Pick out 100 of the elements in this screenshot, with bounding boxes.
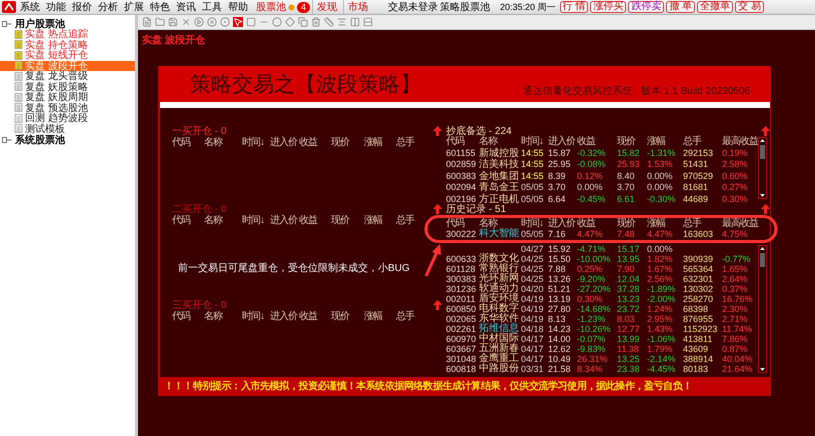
- column-header[interactable]: 名称: [479, 136, 521, 148]
- trade-button[interactable]: 交 易: [735, 1, 764, 13]
- column-header[interactable]: 名称: [204, 310, 242, 323]
- column-header[interactable]: 时间↓: [242, 136, 270, 149]
- column-header[interactable]: 收益: [299, 136, 331, 149]
- column-header[interactable]: 进入价: [270, 310, 299, 323]
- column-header[interactable]: 总手: [396, 214, 418, 227]
- column-header[interactable]: 涨幅: [647, 136, 683, 148]
- up-arrow-icon[interactable]: [433, 126, 442, 136]
- stock-name[interactable]: 五洲新春: [479, 344, 521, 354]
- column-header[interactable]: 涨幅: [647, 219, 683, 229]
- up-arrow-icon[interactable]: [761, 204, 770, 214]
- column-header[interactable]: 收益: [577, 219, 617, 229]
- column-header[interactable]: 现价: [331, 310, 364, 323]
- scrollbar[interactable]: [758, 245, 767, 373]
- column-header[interactable]: 现价: [617, 136, 647, 148]
- column-header[interactable]: 名称: [479, 219, 521, 229]
- stock-name[interactable]: 东华软件: [479, 314, 521, 324]
- trade-button[interactable]: 行 情: [560, 1, 588, 13]
- scrollbar[interactable]: [758, 137, 767, 199]
- column-header[interactable]: 进入价: [270, 214, 299, 227]
- menu-item[interactable]: 扩展: [122, 0, 146, 14]
- pause-icon[interactable]: [207, 17, 217, 27]
- tree-item[interactable]: 实盘 短线开仓: [0, 50, 135, 60]
- stock-name[interactable]: 洁美科技: [479, 159, 521, 171]
- square-icon[interactable]: [246, 17, 256, 27]
- menu-item[interactable]: 分析: [96, 0, 120, 14]
- stock-name[interactable]: 中材国际: [479, 334, 521, 344]
- menu-item[interactable]: 系统: [18, 0, 42, 14]
- column-header[interactable]: 最高收益: [722, 136, 758, 148]
- play-icon[interactable]: [194, 17, 204, 27]
- cursor-icon[interactable]: [233, 17, 243, 27]
- tree-item[interactable]: 实盘 持仓策略: [0, 40, 135, 50]
- tree-item[interactable]: 复盘 龙头晋级: [0, 71, 135, 82]
- trade-button[interactable]: 涨停买: [590, 1, 626, 13]
- document-icon[interactable]: [142, 17, 152, 27]
- column-header[interactable]: 涨幅: [364, 136, 396, 149]
- menu-item[interactable]: 资讯: [174, 0, 198, 14]
- up-arrow-icon[interactable]: [433, 300, 442, 310]
- trade-button[interactable]: 跌停卖: [628, 1, 664, 13]
- stock-name[interactable]: 中路股份: [479, 364, 521, 374]
- stock-name[interactable]: 浙数文化: [479, 254, 521, 264]
- stock-name[interactable]: 金地集团: [479, 170, 521, 182]
- stock-name[interactable]: 电科数字: [479, 304, 521, 314]
- stock-pool-menu[interactable]: 股票池: [256, 0, 286, 14]
- column-header[interactable]: 收益: [299, 310, 331, 323]
- tree-connector-icon[interactable]: [2, 136, 12, 142]
- menu-item[interactable]: 报价: [70, 0, 94, 14]
- column-header[interactable]: 名称: [204, 136, 242, 149]
- tree-item[interactable]: 回测 趋势波段: [0, 113, 135, 124]
- column-header[interactable]: 代码: [172, 310, 204, 323]
- stock-name[interactable]: 金鹰重工: [479, 354, 521, 364]
- stop-icon[interactable]: [220, 17, 230, 27]
- tree-item[interactable]: 复盘 预选股池: [0, 102, 135, 113]
- column-header[interactable]: 总手: [396, 310, 418, 323]
- column-header[interactable]: 现价: [331, 136, 364, 149]
- column-header[interactable]: 收益: [299, 214, 331, 227]
- column-header[interactable]: 现价: [331, 214, 364, 227]
- menu-item[interactable]: 帮助: [226, 0, 250, 14]
- tree-item[interactable]: 实盘 热点追踪: [0, 29, 135, 40]
- column-header[interactable]: 时间↓: [521, 136, 548, 148]
- column-header[interactable]: 涨幅: [364, 214, 396, 227]
- save-icon[interactable]: [168, 17, 178, 27]
- stock-name[interactable]: 光环新网: [479, 274, 521, 284]
- column-header[interactable]: 总手: [683, 136, 722, 148]
- stock-name[interactable]: 常熟银行: [479, 264, 521, 274]
- rows-icon[interactable]: [363, 17, 373, 27]
- stock-name[interactable]: 软通动力: [479, 284, 521, 294]
- column-header[interactable]: 代码: [172, 214, 204, 227]
- diamond-icon[interactable]: [285, 17, 295, 27]
- trade-button[interactable]: 全撤单: [697, 1, 734, 13]
- trade-button[interactable]: 撤 单: [666, 1, 696, 13]
- column-header[interactable]: 名称: [204, 214, 242, 227]
- folder-icon[interactable]: [155, 17, 165, 27]
- column-header[interactable]: 现价: [617, 219, 647, 229]
- stock-name[interactable]: 青岛金王: [479, 182, 521, 194]
- menu-link[interactable]: 发现: [312, 0, 342, 14]
- column-header[interactable]: 代码: [446, 219, 479, 229]
- up-arrow-icon[interactable]: [761, 126, 770, 136]
- column-header[interactable]: 进入价: [270, 136, 299, 149]
- menu-item[interactable]: 特色: [148, 0, 172, 14]
- menu-item[interactable]: 功能: [44, 0, 68, 14]
- stock-name[interactable]: 盾安环境: [479, 294, 521, 304]
- column-header[interactable]: 进入价: [548, 219, 577, 229]
- menu-item[interactable]: 工具: [200, 0, 224, 14]
- close-icon[interactable]: [181, 17, 191, 27]
- up-arrow-icon[interactable]: [433, 204, 442, 214]
- copy-icon[interactable]: [298, 17, 308, 27]
- column-header[interactable]: 时间↓: [242, 214, 270, 227]
- column-header[interactable]: 总手: [683, 219, 722, 229]
- tree-item[interactable]: 复盘 妖股策略: [0, 82, 135, 92]
- stock-name[interactable]: 科大智能: [479, 229, 521, 239]
- circle-icon[interactable]: [272, 17, 282, 27]
- stock-name[interactable]: 拓维信息: [479, 324, 521, 334]
- tree-group[interactable]: 系统股票池: [15, 132, 65, 146]
- column-header[interactable]: 总手: [396, 136, 418, 149]
- tree-item[interactable]: 复盘 妖股周期: [0, 92, 135, 102]
- column-header[interactable]: 时间↓: [521, 219, 548, 229]
- column-header[interactable]: 涨幅: [364, 310, 396, 323]
- stock-name[interactable]: 新城控股: [479, 148, 521, 160]
